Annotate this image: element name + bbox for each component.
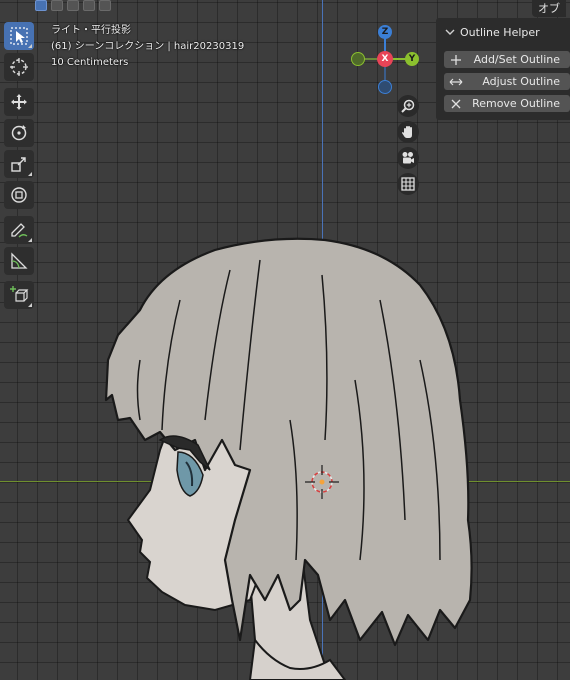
add-cube-icon bbox=[10, 286, 29, 302]
arrows-horizontal-icon bbox=[448, 74, 464, 90]
transform-tool[interactable] bbox=[4, 181, 34, 209]
select-box-tool[interactable] bbox=[4, 22, 34, 50]
add-cube-tool[interactable] bbox=[4, 281, 34, 309]
gizmo-x-axis[interactable]: X bbox=[377, 51, 393, 67]
gizmo-x-label: X bbox=[381, 54, 389, 64]
select-mode-invert-button[interactable] bbox=[83, 0, 95, 11]
move-tool[interactable] bbox=[4, 88, 34, 116]
scale-icon bbox=[11, 157, 26, 172]
gizmo-neg-z-axis[interactable] bbox=[378, 80, 392, 94]
gizmo-y-axis[interactable]: Y bbox=[405, 52, 419, 66]
pan-button[interactable] bbox=[397, 121, 419, 143]
camera-icon bbox=[402, 152, 414, 164]
add-set-outline-button[interactable]: Add/Set Outline bbox=[444, 51, 570, 68]
viewport-header: オブ bbox=[0, 0, 570, 17]
cursor-target-icon bbox=[10, 58, 28, 76]
annotate-pencil-icon bbox=[11, 223, 28, 238]
camera-button[interactable] bbox=[397, 147, 419, 169]
gizmo-neg-y-axis[interactable] bbox=[351, 52, 365, 66]
move-icon bbox=[11, 94, 27, 110]
rotate-icon bbox=[11, 125, 27, 141]
transform-icon bbox=[11, 187, 27, 203]
cursor-tool[interactable] bbox=[4, 53, 34, 81]
cursor-select-icon bbox=[10, 27, 28, 45]
gizmo-y-label: Y bbox=[408, 54, 416, 64]
select-mode-subtract-button[interactable] bbox=[67, 0, 79, 11]
select-mode-new-button[interactable] bbox=[35, 0, 47, 11]
remove-outline-label: Remove Outline bbox=[472, 97, 560, 110]
collection-name: (61) シーンコレクション | hair20230319 bbox=[51, 41, 245, 52]
scale-tool[interactable] bbox=[4, 150, 34, 178]
chevron-down-icon bbox=[445, 29, 455, 35]
panel-title: Outline Helper bbox=[460, 25, 540, 39]
gizmo-z-axis[interactable]: Z bbox=[378, 25, 392, 39]
outline-helper-panel: Outline Helper Add/Set Outline Adjust Ou… bbox=[436, 18, 570, 120]
add-set-outline-label: Add/Set Outline bbox=[473, 53, 560, 66]
adjust-outline-label: Adjust Outline bbox=[482, 75, 560, 88]
select-mode-extend-button[interactable] bbox=[51, 0, 63, 11]
3d-viewport[interactable]: オブ ライト・平行投影 (61) シーンコレクション | hair2023031… bbox=[0, 0, 570, 680]
navigation-gizmo[interactable]: Z Y X bbox=[346, 24, 424, 94]
plus-icon bbox=[448, 52, 464, 68]
viewport-info: ライト・平行投影 (61) シーンコレクション | hair20230319 1… bbox=[51, 23, 244, 71]
measure-tool[interactable] bbox=[4, 247, 34, 275]
adjust-outline-button[interactable]: Adjust Outline bbox=[444, 73, 570, 90]
select-mode-intersect-button[interactable] bbox=[99, 0, 111, 11]
close-icon bbox=[448, 96, 464, 112]
object-menu[interactable]: オブ bbox=[532, 0, 566, 17]
grid-icon bbox=[401, 177, 415, 191]
ruler-icon bbox=[11, 252, 28, 269]
zoom-button[interactable] bbox=[397, 95, 419, 117]
view-name: ライト・平行投影 bbox=[51, 25, 131, 36]
zoom-icon bbox=[401, 99, 415, 113]
rotate-tool[interactable] bbox=[4, 119, 34, 147]
gizmo-z-label: Z bbox=[381, 27, 389, 37]
ortho-grid-button[interactable] bbox=[397, 173, 419, 195]
annotate-tool[interactable] bbox=[4, 216, 34, 244]
grid-scale: 10 Centimeters bbox=[51, 57, 129, 68]
panel-header[interactable]: Outline Helper bbox=[436, 18, 570, 46]
hand-icon bbox=[402, 126, 412, 138]
remove-outline-button[interactable]: Remove Outline bbox=[444, 95, 570, 112]
